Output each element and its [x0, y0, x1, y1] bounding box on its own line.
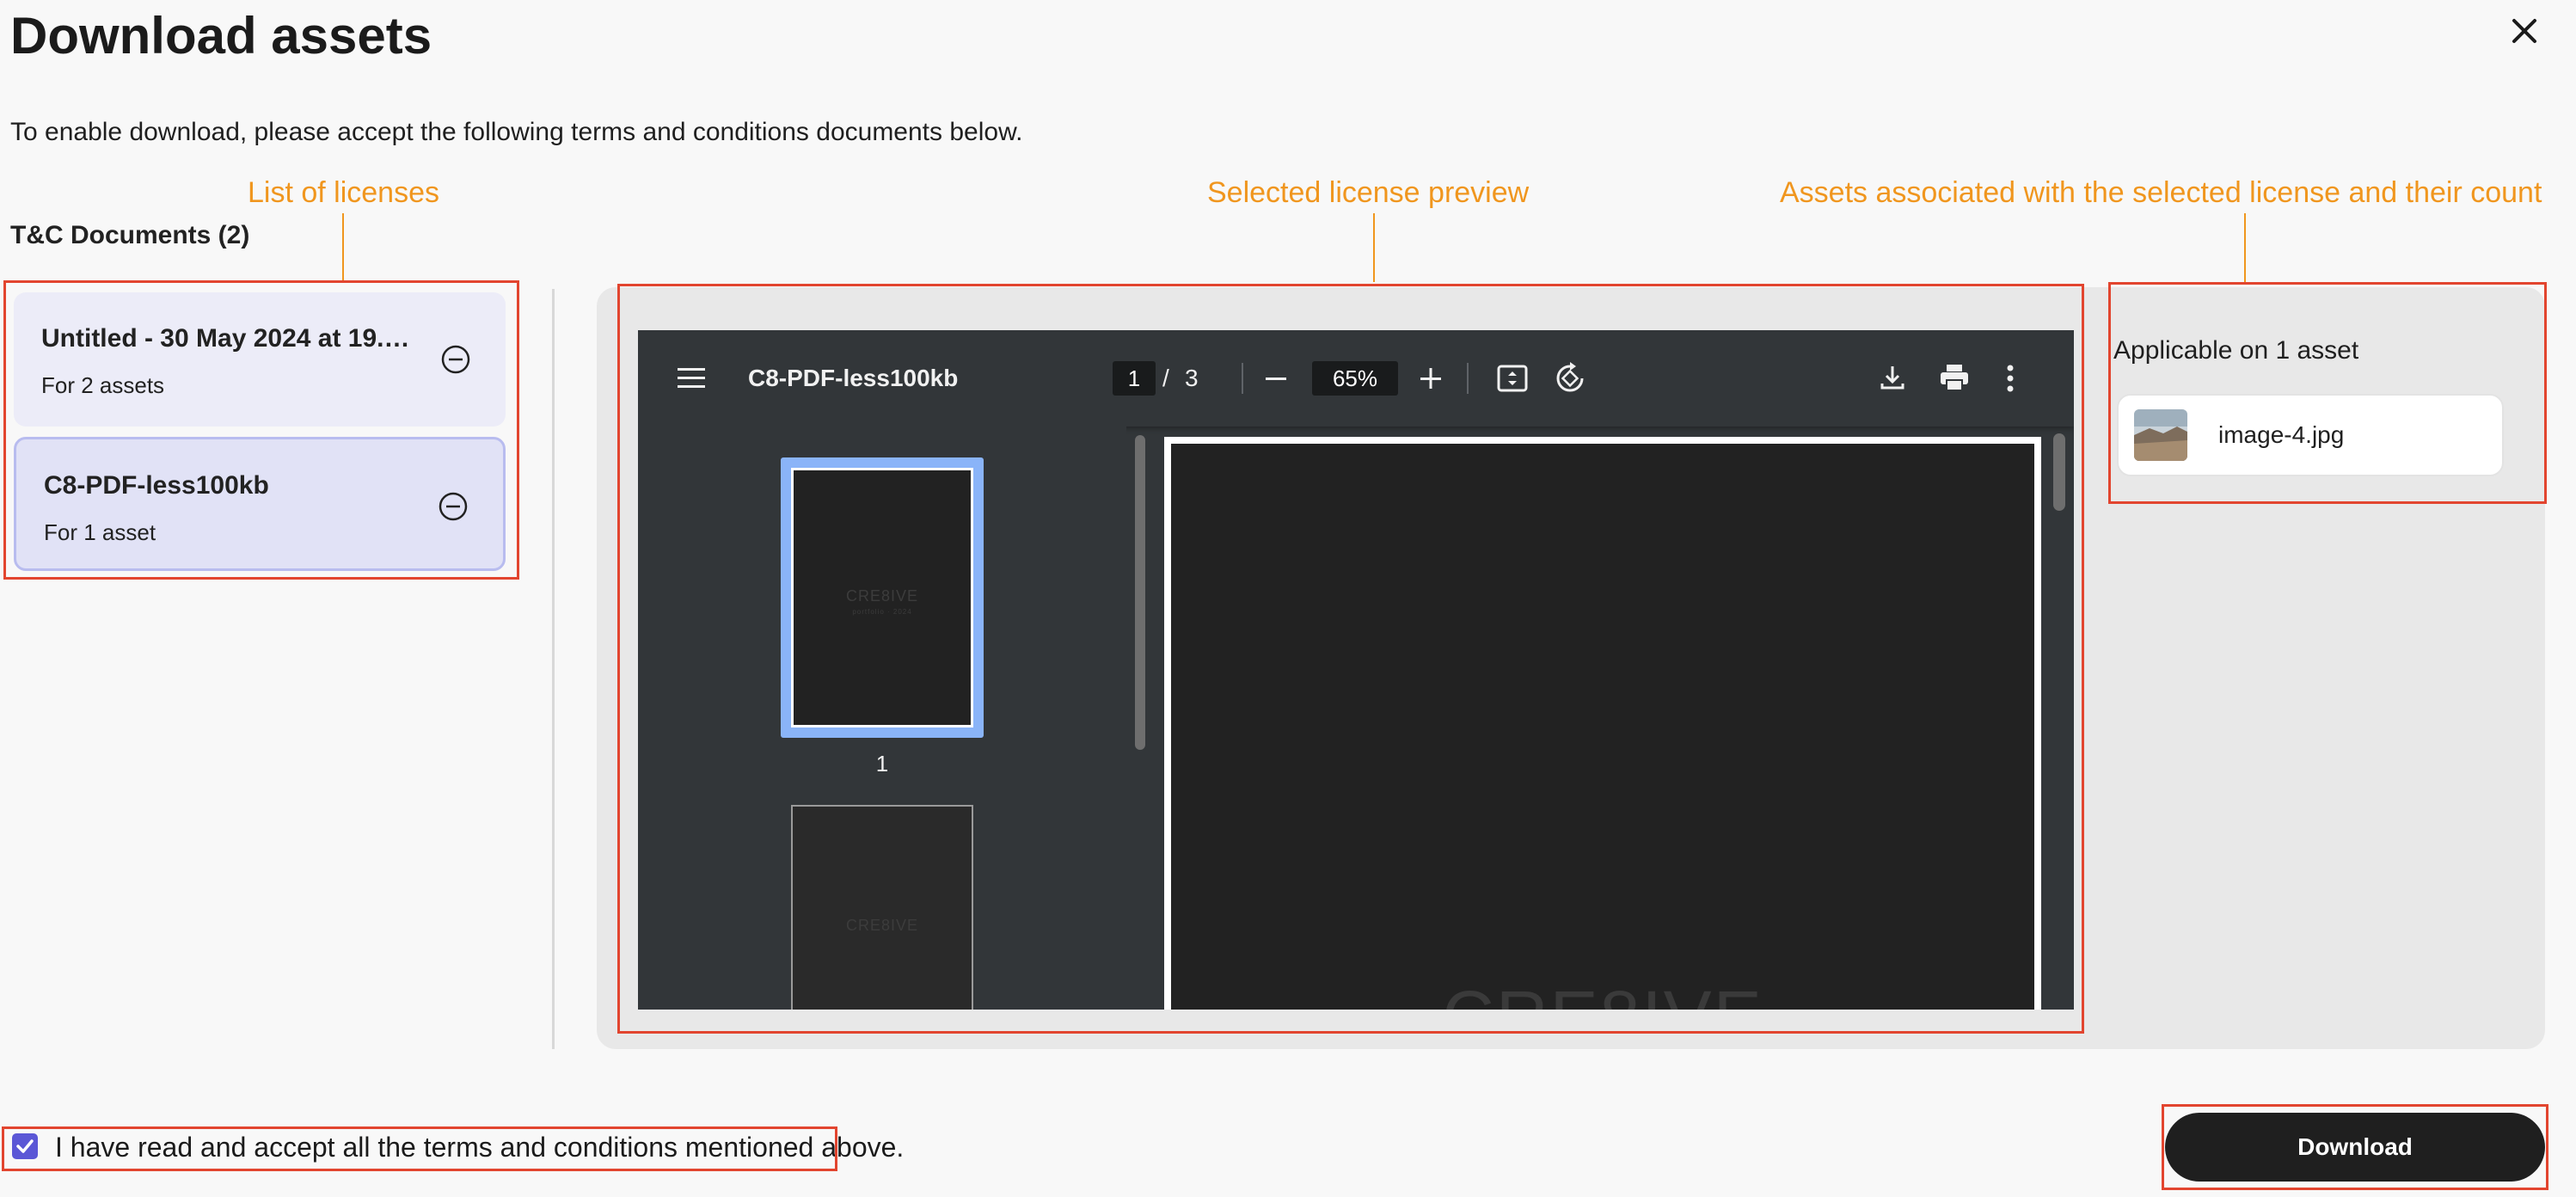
dialog-subtitle: To enable download, please accept the fo… — [10, 118, 1023, 146]
close-icon — [2512, 19, 2536, 43]
close-button[interactable] — [2500, 7, 2548, 55]
dialog-title: Download assets — [10, 7, 432, 64]
annotation-list-of-licenses: List of licenses — [248, 176, 439, 209]
documents-heading: T&C Documents (2) — [10, 221, 250, 249]
annotation-selected-license-preview: Selected license preview — [1207, 176, 1530, 209]
annotation-box-assets — [2108, 282, 2547, 504]
annotation-line-list — [342, 213, 344, 282]
annotation-box-accept — [2, 1126, 837, 1171]
annotation-box-download — [2162, 1104, 2548, 1190]
vertical-divider — [552, 289, 555, 1049]
annotation-box-preview — [617, 284, 2084, 1034]
annotation-line-preview — [1373, 213, 1375, 282]
annotation-box-licenses — [3, 280, 519, 580]
annotation-line-assets — [2244, 213, 2246, 282]
annotation-assets-associated: Assets associated with the selected lice… — [1780, 176, 2542, 209]
